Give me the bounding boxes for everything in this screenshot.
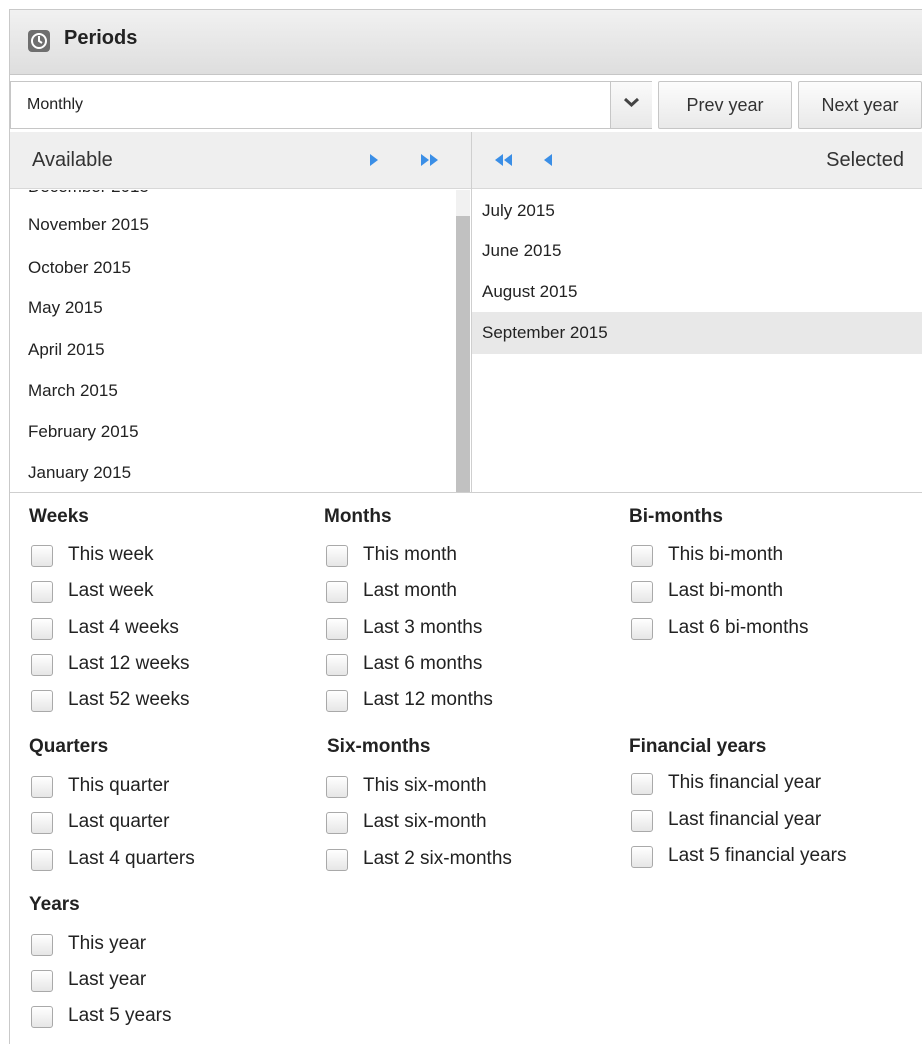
checkbox[interactable] [326,618,348,640]
available-scrollbar[interactable] [456,190,470,492]
checkbox[interactable] [631,581,653,603]
checkbox[interactable] [31,849,53,871]
selected-label: Selected [826,149,904,171]
clock-icon [28,30,50,52]
checkbox[interactable] [31,618,53,640]
panel-header: Periods [10,10,922,75]
checkbox[interactable] [31,776,53,798]
checkbox[interactable] [31,1006,53,1028]
checkbox[interactable] [326,545,348,567]
checkbox[interactable] [326,690,348,712]
prev-year-button[interactable]: Prev year [658,81,792,129]
available-item[interactable]: March 2015 [10,370,118,412]
available-item[interactable]: October 2015 [10,247,131,289]
available-item[interactable]: February 2015 [10,411,139,453]
move-all-right-icon[interactable] [419,152,441,168]
dropdown-button[interactable] [610,82,652,128]
period-type-value: Monthly [27,96,84,113]
selected-item[interactable]: July 2015 [472,190,922,232]
available-item[interactable]: November 2015 [10,204,149,246]
move-left-icon[interactable] [541,152,555,168]
checkbox[interactable] [31,545,53,567]
group-title-years: Years [29,894,80,915]
checkbox[interactable] [326,849,348,871]
group-title-months: Months [324,506,392,527]
checkbox[interactable] [31,581,53,603]
checkbox[interactable] [31,812,53,834]
checkbox[interactable] [326,654,348,676]
available-header: Available [10,132,471,189]
move-right-icon[interactable] [367,152,381,168]
available-item[interactable]: January 2015 [10,452,131,492]
available-list[interactable]: December 2015 November 2015 October 2015… [10,190,455,492]
group-title-weeks: Weeks [29,506,89,527]
group-title-quarters: Quarters [29,736,109,757]
group-title-sixmonths: Six-months [327,736,431,757]
selected-item-highlighted[interactable]: September 2015 [472,312,922,354]
chevron-down-icon [623,97,640,108]
available-item[interactable]: April 2015 [10,329,105,371]
selected-header: Selected [472,132,922,189]
checkbox[interactable] [31,934,53,956]
checkbox[interactable] [631,846,653,868]
available-label: Available [32,149,113,171]
selected-item[interactable]: August 2015 [472,271,922,313]
checkbox[interactable] [326,776,348,798]
checkbox[interactable] [631,545,653,567]
selected-item[interactable]: June 2015 [472,230,922,272]
group-title-bimonths: Bi-months [629,506,723,527]
checkbox[interactable] [631,618,653,640]
period-type-select[interactable]: Monthly [10,81,652,129]
checkbox[interactable] [31,654,53,676]
available-item[interactable]: May 2015 [10,287,103,329]
checkbox[interactable] [631,773,653,795]
checkbox[interactable] [326,812,348,834]
checkbox[interactable] [31,970,53,992]
panel-title: Periods [64,27,138,49]
checkbox[interactable] [31,690,53,712]
next-year-button[interactable]: Next year [798,81,922,129]
scrollbar-thumb[interactable] [456,216,470,492]
group-title-financial: Financial years [629,736,767,757]
checkbox[interactable] [326,581,348,603]
periods-panel: Periods Monthly Prev year Next year Avai… [9,9,922,1044]
checkbox[interactable] [631,810,653,832]
selected-list[interactable]: July 2015 June 2015 August 2015 Septembe… [472,190,922,492]
move-all-left-icon[interactable] [492,152,514,168]
